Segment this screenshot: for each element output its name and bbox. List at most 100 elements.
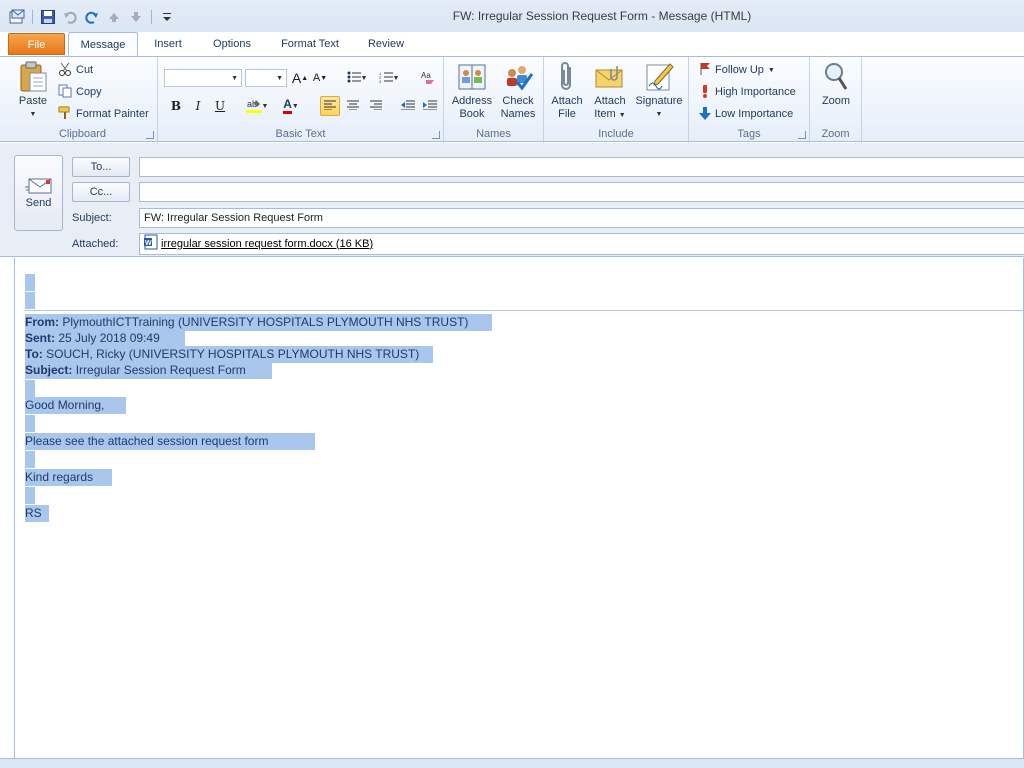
- high-importance-label: High Importance: [715, 86, 796, 98]
- address-book-button[interactable]: Address Book: [448, 61, 496, 121]
- font-color-button[interactable]: A ▼: [276, 96, 306, 116]
- chevron-down-icon: ▼: [767, 66, 775, 74]
- ribbon-tabs: File Message Insert Options Format Text …: [0, 32, 1024, 56]
- sent-label: Sent:: [25, 331, 55, 345]
- to-field[interactable]: [139, 157, 1024, 177]
- tab-message[interactable]: Message: [68, 32, 138, 56]
- zoom-label: Zoom: [821, 95, 851, 107]
- increase-indent-button[interactable]: [420, 96, 440, 116]
- numbering-button[interactable]: 1 2 3 ▼: [376, 68, 402, 88]
- cut-button[interactable]: Cut: [58, 61, 93, 79]
- signature-button[interactable]: Signature ▼: [632, 61, 686, 121]
- forward-to-line[interactable]: To: SOUCH, Ricky (UNIVERSITY HOSPITALS P…: [25, 346, 433, 363]
- high-importance-icon: [699, 84, 711, 101]
- scissors-icon: [58, 62, 72, 79]
- attachment-link[interactable]: irregular session request form.docx (16 …: [161, 238, 373, 250]
- forward-from-line[interactable]: From: PlymouthICTTraining (UNIVERSITY HO…: [25, 314, 492, 331]
- selected-blank-line: [25, 274, 35, 291]
- chevron-down-icon: ▼: [655, 111, 663, 118]
- send-envelope-icon: [24, 178, 53, 194]
- align-right-button[interactable]: [366, 96, 386, 116]
- selected-blank-line: [25, 380, 35, 397]
- follow-up-label: Follow Up: [715, 64, 764, 76]
- clear-formatting-button[interactable]: Aa: [418, 68, 438, 88]
- cc-field[interactable]: [139, 182, 1024, 202]
- tab-format-text[interactable]: Format Text: [274, 32, 346, 56]
- paste-icon: [17, 61, 49, 93]
- title-bar: FW: Irregular Session Request Form - Mes…: [0, 0, 1024, 32]
- attach-item-button[interactable]: Attach Item ▼: [589, 61, 631, 122]
- grow-font-button[interactable]: A ▲: [290, 68, 310, 88]
- low-importance-icon: [699, 106, 711, 123]
- signature-line[interactable]: RS: [25, 505, 49, 522]
- font-size-combo[interactable]: ▼: [245, 69, 287, 87]
- include-group: Attach File Attach Item ▼ Signature ▼ In…: [544, 57, 689, 143]
- clipboard-group: Paste ▼ Cut Copy Format Painter Clipboar…: [8, 57, 158, 143]
- chevron-down-icon: ▼: [618, 112, 626, 119]
- attach-file-label-line1: Attach: [551, 95, 583, 107]
- follow-up-button[interactable]: Follow Up ▼: [699, 61, 775, 79]
- closing-line[interactable]: Kind regards: [25, 469, 112, 486]
- cc-button[interactable]: Cc...: [72, 182, 130, 202]
- tab-review[interactable]: Review: [360, 32, 412, 56]
- subject-field[interactable]: FW: Irregular Session Request Form: [139, 208, 1024, 228]
- highlight-button[interactable]: ab ▼: [242, 96, 272, 116]
- bold-button[interactable]: B: [166, 96, 186, 116]
- align-left-button[interactable]: [320, 96, 340, 116]
- increase-indent-icon: [423, 99, 437, 113]
- clipboard-launcher-icon[interactable]: [146, 131, 154, 139]
- bullets-button[interactable]: ▼: [344, 68, 370, 88]
- low-importance-button[interactable]: Low Importance: [699, 105, 793, 123]
- underline-button[interactable]: U: [210, 96, 230, 116]
- ribbon: Paste ▼ Cut Copy Format Painter Clipboar…: [0, 56, 1024, 143]
- copy-icon: [58, 84, 72, 101]
- zoom-group: Zoom Zoom: [810, 57, 862, 143]
- to-button[interactable]: To...: [72, 157, 130, 177]
- shrink-font-button[interactable]: A ▼: [310, 68, 330, 88]
- send-button[interactable]: Send: [14, 155, 63, 231]
- send-label: Send: [25, 197, 52, 209]
- envelope-icon: [594, 61, 626, 93]
- signature-icon: [643, 61, 675, 93]
- align-center-button[interactable]: [343, 96, 363, 116]
- check-names-button[interactable]: Check Names: [496, 61, 540, 121]
- body-line[interactable]: Please see the attached session request …: [25, 433, 315, 450]
- forward-sent-line[interactable]: Sent: 25 July 2018 09:49: [25, 330, 185, 347]
- tags-launcher-icon[interactable]: [798, 131, 806, 139]
- font-name-combo[interactable]: ▼: [164, 69, 242, 87]
- window-title: FW: Irregular Session Request Form - Mes…: [452, 9, 752, 23]
- cut-label: Cut: [76, 64, 94, 76]
- decrease-indent-button[interactable]: [398, 96, 418, 116]
- from-value: PlymouthICTTraining (UNIVERSITY HOSPITAL…: [62, 315, 469, 329]
- attach-file-button[interactable]: Attach File: [546, 61, 588, 121]
- bullets-icon: [347, 71, 361, 86]
- tab-file[interactable]: File: [8, 33, 65, 55]
- italic-button[interactable]: I: [188, 96, 208, 116]
- paperclip-icon: [551, 61, 583, 93]
- to-value: SOUCH, Ricky (UNIVERSITY HOSPITALS PLYMO…: [46, 347, 420, 361]
- svg-text:Aa: Aa: [421, 71, 431, 80]
- sent-value: 25 July 2018 09:49: [58, 331, 160, 345]
- names-group: Address Book Check Names Names: [444, 57, 544, 143]
- tab-insert[interactable]: Insert: [145, 32, 191, 56]
- forward-subject-line[interactable]: Subject: Irregular Session Request Form: [25, 362, 272, 379]
- format-painter-button[interactable]: Format Painter: [58, 105, 149, 123]
- paste-button[interactable]: Paste ▼: [12, 61, 54, 121]
- selected-blank-line: [25, 292, 35, 309]
- chevron-down-icon: ▼: [276, 75, 283, 82]
- basic-text-launcher-icon[interactable]: [432, 131, 440, 139]
- zoom-button[interactable]: Zoom: [814, 61, 858, 108]
- signature-label: Signature: [635, 95, 683, 107]
- greeting-line[interactable]: Good Morning,: [25, 397, 126, 414]
- selected-blank-line: [25, 415, 35, 432]
- word-document-icon: W: [144, 234, 158, 253]
- align-right-icon: [370, 99, 382, 113]
- high-importance-button[interactable]: High Importance: [699, 83, 796, 101]
- tab-options[interactable]: Options: [204, 32, 260, 56]
- copy-button[interactable]: Copy: [58, 83, 102, 101]
- clear-formatting-icon: Aa: [420, 69, 436, 88]
- status-bar: [0, 758, 1024, 768]
- from-label: From:: [25, 315, 59, 329]
- selected-blank-line: [25, 487, 35, 504]
- message-header: Send To... Cc... Subject: FW: Irregular …: [0, 143, 1024, 257]
